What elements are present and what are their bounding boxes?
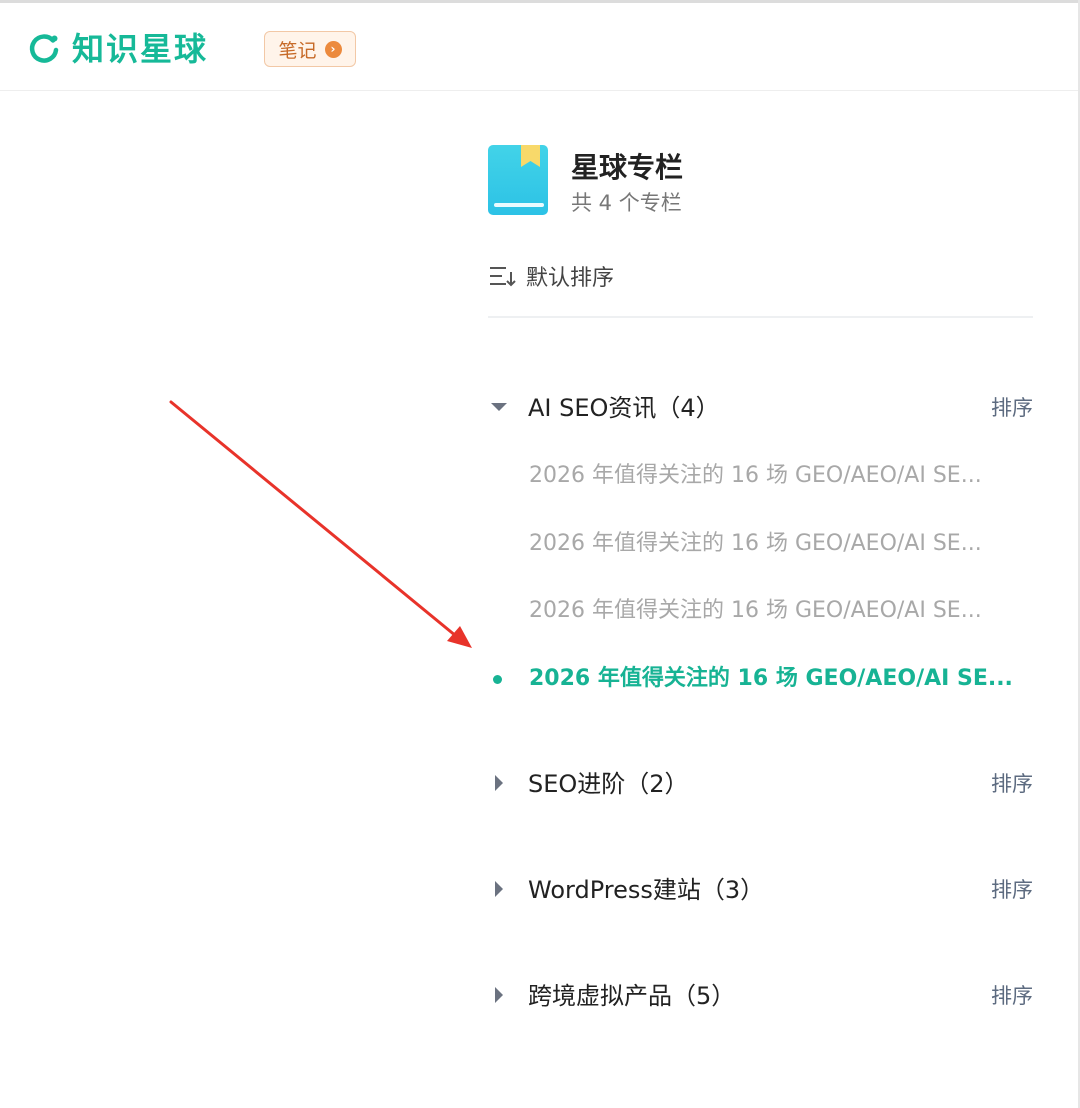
annotation-arrow-icon <box>169 400 472 648</box>
